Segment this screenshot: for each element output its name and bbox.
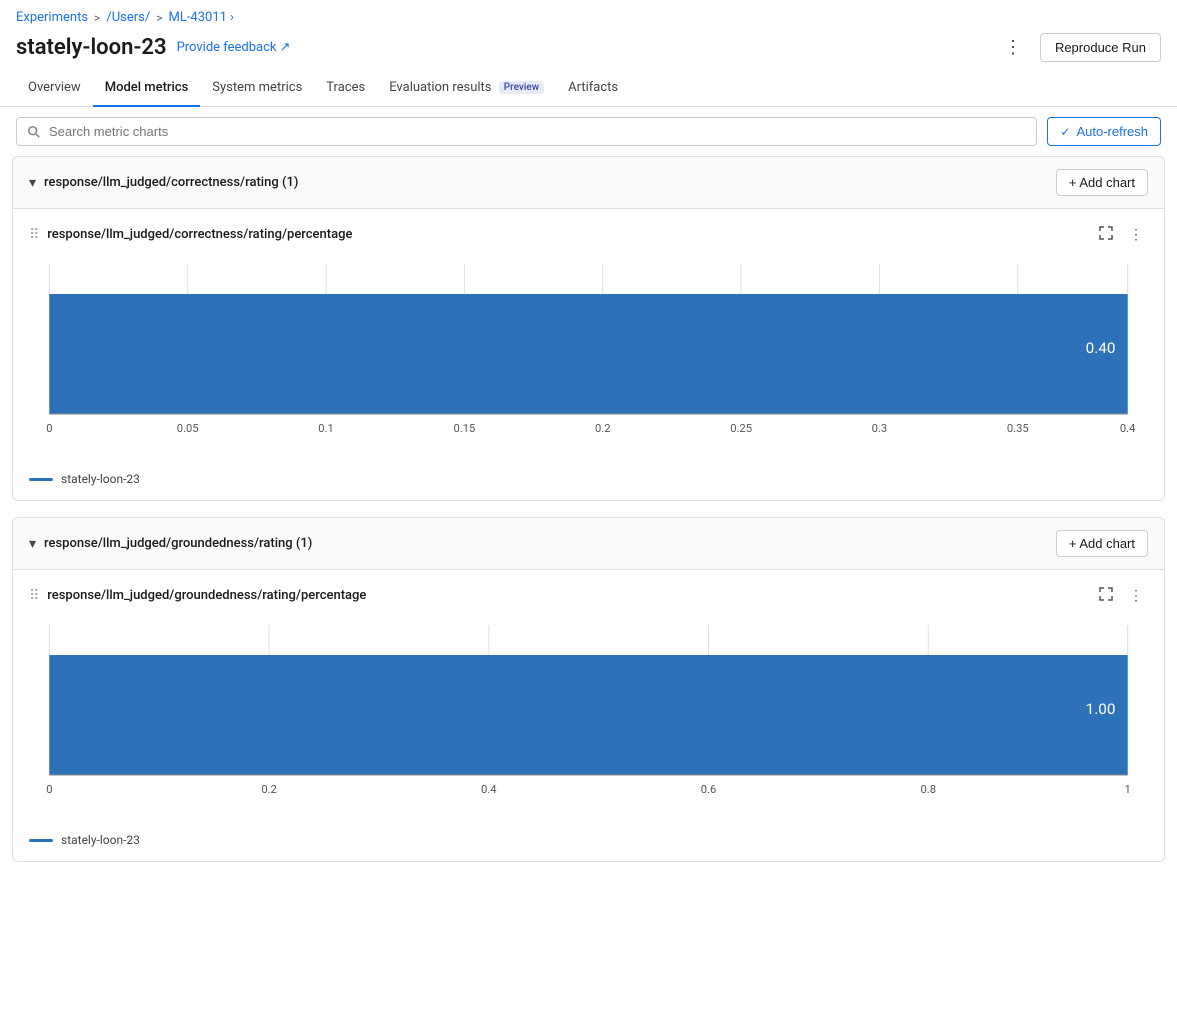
run-title: stately-loon-23	[16, 35, 167, 60]
chart-card-left: ⠿ response/llm_judged/correctness/rating…	[29, 227, 352, 243]
bar-chart-groundedness-svg: 1.00 0 0.2 0.4 0.6 0.8 1	[29, 615, 1148, 815]
chart-card-groundedness: ⠿ response/llm_judged/groundedness/ratin…	[13, 570, 1164, 861]
chart-card-header-groundedness: ⠿ response/llm_judged/groundedness/ratin…	[29, 584, 1148, 607]
svg-text:0.3: 0.3	[872, 422, 888, 435]
search-input[interactable]	[49, 124, 1026, 139]
add-chart-button-groundedness[interactable]: + Add chart	[1056, 530, 1148, 557]
drag-handle-icon[interactable]: ⠿	[29, 227, 39, 243]
legend-line-icon-2	[29, 839, 53, 842]
svg-text:1: 1	[1125, 783, 1131, 796]
section-correctness-title: response/llm_judged/correctness/rating (…	[44, 175, 298, 190]
auto-refresh-label: Auto-refresh	[1076, 124, 1148, 139]
section-header-left: ▾ response/llm_judged/correctness/rating…	[29, 174, 298, 191]
expand-chart-button[interactable]	[1094, 223, 1118, 246]
tab-bar: Overview Model metrics System metrics Tr…	[0, 70, 1177, 107]
section-correctness-header: ▾ response/llm_judged/correctness/rating…	[13, 157, 1164, 209]
tab-artifacts[interactable]: Artifacts	[556, 70, 630, 107]
section-collapse-button[interactable]: ▾	[29, 174, 36, 191]
svg-text:0.15: 0.15	[453, 422, 475, 435]
section-groundedness: ▾ response/llm_judged/groundedness/ratin…	[12, 517, 1165, 862]
svg-text:0.2: 0.2	[261, 783, 277, 796]
svg-text:0.4: 0.4	[1120, 422, 1136, 435]
svg-text:0: 0	[46, 422, 52, 435]
search-box	[16, 117, 1037, 146]
drag-handle-icon-2[interactable]: ⠿	[29, 588, 39, 604]
svg-text:0.05: 0.05	[177, 422, 199, 435]
svg-text:0.25: 0.25	[730, 422, 752, 435]
feedback-link[interactable]: Provide feedback ↗	[177, 40, 291, 55]
chart-title-groundedness: response/llm_judged/groundedness/rating/…	[47, 588, 366, 603]
breadcrumb-experiments[interactable]: Experiments	[16, 10, 88, 25]
svg-text:0.8: 0.8	[921, 783, 937, 796]
tab-traces[interactable]: Traces	[314, 70, 377, 107]
tab-eval-label: Evaluation results	[389, 80, 491, 95]
svg-text:0.35: 0.35	[1007, 422, 1029, 435]
svg-text:0.2: 0.2	[595, 422, 611, 435]
legend-label-correctness: stately-loon-23	[61, 472, 140, 486]
expand-chart-button-2[interactable]	[1094, 584, 1118, 607]
breadcrumb-users[interactable]: /Users/	[106, 10, 150, 25]
expand-icon-2	[1099, 587, 1113, 601]
legend-label-groundedness: stately-loon-23	[61, 833, 140, 847]
svg-text:0.6: 0.6	[701, 783, 717, 796]
section-groundedness-header: ▾ response/llm_judged/groundedness/ratin…	[13, 518, 1164, 570]
svg-text:0.1: 0.1	[318, 422, 334, 435]
chart-area-groundedness: 1.00 0 0.2 0.4 0.6 0.8 1	[29, 615, 1148, 819]
svg-text:0: 0	[46, 783, 52, 796]
chart-legend-groundedness: stately-loon-23	[29, 827, 1148, 847]
chart-card-left-2: ⠿ response/llm_judged/groundedness/ratin…	[29, 588, 366, 604]
breadcrumb-sep1: >	[94, 11, 100, 25]
section-collapse-button-2[interactable]: ▾	[29, 535, 36, 552]
tab-system-metrics[interactable]: System metrics	[200, 70, 314, 107]
chart-actions: ⋮	[1094, 223, 1148, 246]
breadcrumb: Experiments > /Users/ > ML-43011 ›	[0, 0, 1177, 29]
add-chart-button-correctness[interactable]: + Add chart	[1056, 169, 1148, 196]
chart-legend-correctness: stately-loon-23	[29, 466, 1148, 486]
tab-evaluation-results[interactable]: Evaluation results Preview	[377, 70, 556, 107]
chart-area-correctness: 0.40 0 0.05 0.1 0.15 0.2 0.25 0.3 0.35 0…	[29, 254, 1148, 458]
checkmark-icon: ✓	[1060, 125, 1070, 139]
legend-line-icon	[29, 478, 53, 481]
more-options-button[interactable]: ⋮	[996, 33, 1030, 62]
svg-text:0.4: 0.4	[481, 783, 497, 796]
chart-card-header-correctness: ⠿ response/llm_judged/correctness/rating…	[29, 223, 1148, 246]
chart-actions-2: ⋮	[1094, 584, 1148, 607]
external-link-icon: ↗	[280, 40, 291, 55]
svg-text:0.40: 0.40	[1086, 339, 1116, 357]
header-right: ⋮ Reproduce Run	[996, 33, 1161, 62]
toolbar: ✓ Auto-refresh	[0, 107, 1177, 156]
breadcrumb-sep2: >	[156, 11, 162, 25]
bar-chart-correctness-svg: 0.40 0 0.05 0.1 0.15 0.2 0.25 0.3 0.35 0…	[29, 254, 1148, 454]
tab-model-metrics[interactable]: Model metrics	[93, 70, 201, 107]
tab-overview[interactable]: Overview	[16, 70, 93, 107]
chart-more-button[interactable]: ⋮	[1124, 223, 1148, 246]
auto-refresh-button[interactable]: ✓ Auto-refresh	[1047, 117, 1161, 146]
reproduce-run-button[interactable]: Reproduce Run	[1040, 33, 1161, 62]
chart-more-button-2[interactable]: ⋮	[1124, 584, 1148, 607]
page-header: stately-loon-23 Provide feedback ↗ ⋮ Rep…	[0, 29, 1177, 70]
section-header-left-2: ▾ response/llm_judged/groundedness/ratin…	[29, 535, 312, 552]
search-icon	[27, 125, 41, 139]
expand-icon	[1099, 226, 1113, 240]
section-groundedness-title: response/llm_judged/groundedness/rating …	[44, 536, 312, 551]
breadcrumb-run-id[interactable]: ML-43011 ›	[168, 10, 233, 25]
header-left: stately-loon-23 Provide feedback ↗	[16, 35, 290, 60]
chart-title-correctness: response/llm_judged/correctness/rating/p…	[47, 227, 352, 242]
breadcrumb-arrow-icon: ›	[230, 10, 234, 25]
section-correctness: ▾ response/llm_judged/correctness/rating…	[12, 156, 1165, 501]
svg-text:1.00: 1.00	[1086, 700, 1116, 718]
preview-badge: Preview	[499, 81, 544, 94]
chart-card-correctness: ⠿ response/llm_judged/correctness/rating…	[13, 209, 1164, 500]
